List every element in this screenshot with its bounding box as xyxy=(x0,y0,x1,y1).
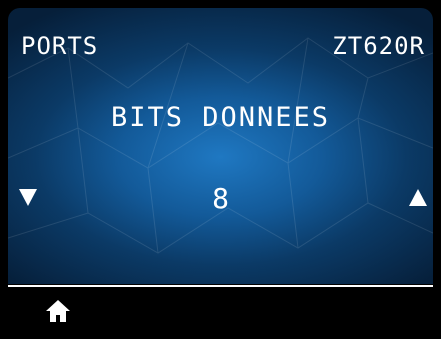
printer-display: PORTS ZT620R BITS DONNEES 8 xyxy=(8,8,433,331)
home-icon xyxy=(46,300,70,322)
triangle-up-icon[interactable] xyxy=(409,189,427,206)
setting-panel: PORTS ZT620R BITS DONNEES 8 xyxy=(8,8,433,284)
home-button[interactable] xyxy=(44,298,72,324)
printer-model: ZT620R xyxy=(332,32,425,60)
footer-divider xyxy=(8,285,433,287)
setting-value: 8 xyxy=(212,182,229,215)
menu-title: PORTS xyxy=(21,32,99,60)
setting-name: BITS DONNEES xyxy=(110,102,331,133)
